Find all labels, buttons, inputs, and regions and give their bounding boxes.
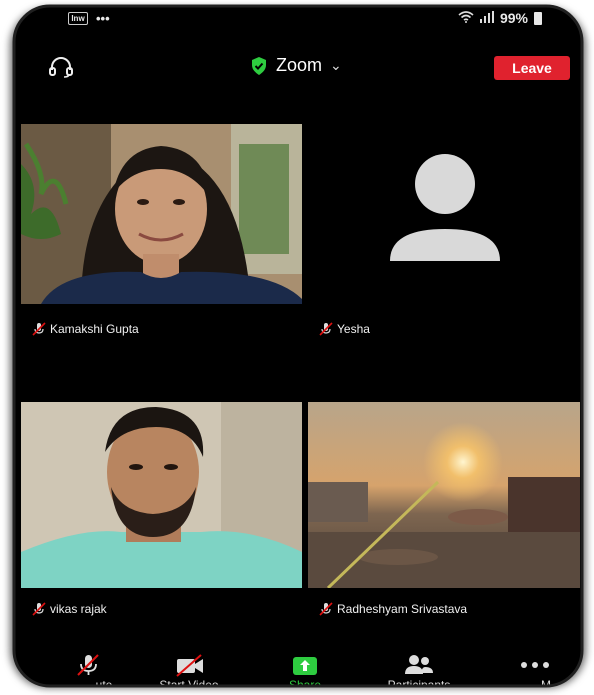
video-tile-radheshyam[interactable] <box>308 402 580 588</box>
meeting-toolbar: ute Start Video Share Participants M <box>14 651 582 686</box>
participant-nameplate: Yesha <box>319 322 370 336</box>
status-dots: ••• <box>96 11 110 26</box>
mic-off-icon <box>319 322 333 336</box>
mic-off-icon <box>32 602 46 616</box>
participant-nameplate: vikas rajak <box>32 602 107 616</box>
shield-icon <box>252 56 266 75</box>
participant-video <box>308 402 580 588</box>
mic-off-icon <box>77 654 99 676</box>
headset-icon[interactable] <box>48 56 74 78</box>
signal-icon <box>479 10 494 26</box>
share-label: Share <box>288 678 322 686</box>
meeting-title: Zoom <box>276 55 323 75</box>
meeting-title-dropdown[interactable]: Zoom ⌄ <box>250 55 342 76</box>
more-label: M <box>541 678 551 686</box>
video-off-icon <box>176 654 203 677</box>
mic-off-icon <box>319 602 333 616</box>
participant-name: Radheshyam Srivastava <box>337 602 468 616</box>
avatar-placeholder-icon <box>390 154 500 261</box>
battery-icon <box>534 11 542 25</box>
video-tile-vikas[interactable] <box>21 402 302 588</box>
chevron-down-icon: ⌄ <box>330 57 342 73</box>
participant-video <box>21 402 302 588</box>
notification-icon: Inw <box>68 12 88 25</box>
participant-nameplate: Radheshyam Srivastava <box>319 602 467 616</box>
participants-icon <box>405 655 433 674</box>
participant-nameplate: Kamakshi Gupta <box>32 322 139 336</box>
participants-label: Participants <box>387 678 451 686</box>
meeting-header: Zoom ⌄ Leave <box>14 46 582 88</box>
video-tile-kamakshi[interactable] <box>21 124 302 304</box>
phone-screen: Inw ••• 99% Zoom ⌄ Leave Kamakshi Gupta … <box>14 6 582 686</box>
battery-percentage: 99% <box>499 10 528 26</box>
leave-button[interactable]: Leave <box>494 56 570 80</box>
participant-name: Kamakshi Gupta <box>50 322 139 336</box>
wifi-icon <box>458 10 474 26</box>
share-icon <box>293 657 317 675</box>
video-tile-yesha[interactable] <box>308 124 580 304</box>
status-bar: Inw ••• 99% <box>14 6 582 30</box>
start-video-label: Start Video <box>159 678 219 686</box>
participant-name: vikas rajak <box>50 602 107 616</box>
participant-video <box>21 124 302 304</box>
participant-name: Yesha <box>337 322 370 336</box>
more-icon <box>521 662 549 668</box>
mic-off-icon <box>32 322 46 336</box>
